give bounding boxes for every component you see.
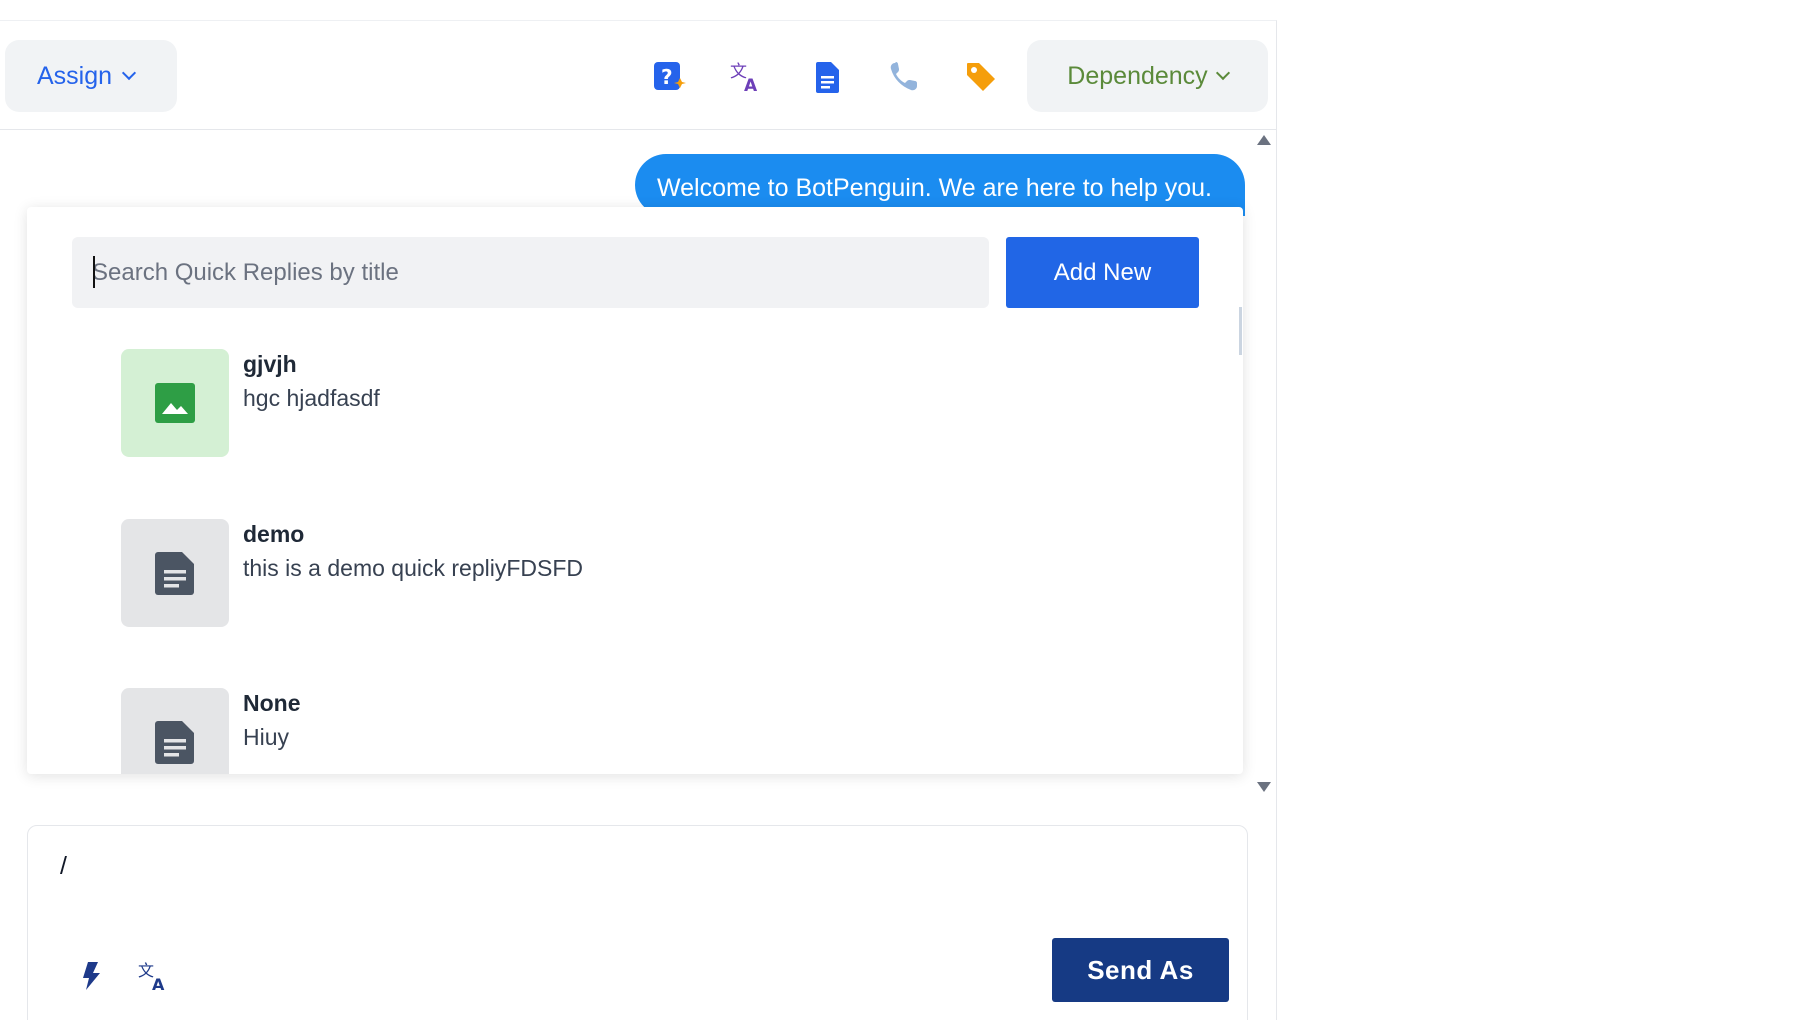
image-icon	[155, 383, 195, 423]
quick-reply-item[interactable]: gjvjh hgc hjadfasdf	[121, 349, 1221, 459]
quick-reply-item[interactable]: demo this is a demo quick repliyFDSFD	[121, 519, 1221, 629]
chevron-down-icon	[1215, 65, 1230, 81]
dependency-label: Dependency	[1067, 61, 1208, 90]
composer-input[interactable]: /	[60, 852, 67, 881]
send-as-button[interactable]: Send As	[1052, 938, 1229, 1002]
translate-icon[interactable]: 文 A	[138, 960, 170, 992]
conversation-header: Assign ? 文 A Dependency	[0, 20, 1277, 130]
phone-icon[interactable]	[887, 60, 921, 94]
scroll-down-arrow[interactable]	[1257, 782, 1271, 792]
quick-reply-title: None	[243, 690, 301, 716]
assign-label: Assign	[37, 61, 113, 90]
quick-replies-popup: Add New gjvjh hgc hjadfasdf demo this is…	[27, 207, 1243, 774]
document-icon	[155, 721, 194, 764]
quick-reply-thumbnail	[121, 688, 229, 774]
assign-dropdown[interactable]: Assign	[5, 40, 177, 112]
quick-reply-title: demo	[243, 521, 305, 547]
lightning-icon[interactable]	[74, 960, 106, 992]
quick-reply-thumbnail	[121, 349, 229, 457]
ai-question-icon[interactable]: ?	[653, 60, 687, 94]
quick-reply-text: Hiuy	[243, 724, 290, 750]
message-composer[interactable]: / 文 A Send As	[27, 825, 1248, 1020]
document-icon	[155, 552, 194, 595]
quick-reply-text: this is a demo quick repliyFDSFD	[243, 555, 583, 581]
scrollbar-thumb[interactable]	[1239, 307, 1242, 355]
translate-icon[interactable]: 文 A	[729, 60, 763, 94]
document-icon[interactable]	[811, 60, 845, 94]
quick-reply-thumbnail	[121, 519, 229, 627]
svg-text:A: A	[744, 76, 758, 94]
quick-reply-text: hgc hjadfasdf	[243, 385, 380, 411]
dependency-dropdown[interactable]: Dependency	[1027, 40, 1268, 112]
text-cursor	[93, 256, 95, 288]
message-text: Welcome to BotPenguin. We are here to he…	[657, 174, 1212, 202]
scroll-up-arrow[interactable]	[1257, 135, 1271, 145]
quick-reply-search-input[interactable]	[72, 237, 989, 308]
quick-reply-title: gjvjh	[243, 351, 297, 377]
svg-text:?: ?	[661, 65, 673, 89]
chevron-down-icon	[121, 65, 137, 81]
svg-text:A: A	[152, 975, 165, 992]
add-new-button[interactable]: Add New	[1006, 237, 1199, 308]
quick-reply-item[interactable]: None Hiuy	[121, 688, 1221, 774]
tag-icon[interactable]	[964, 60, 998, 94]
